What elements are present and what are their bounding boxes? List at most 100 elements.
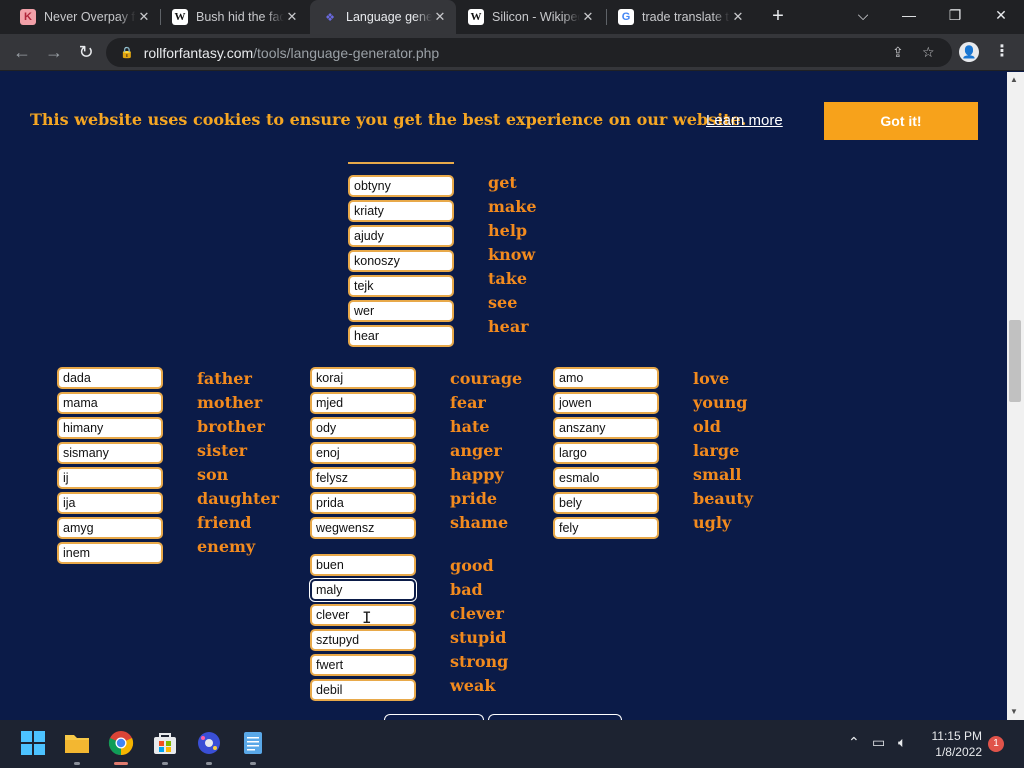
scroll-up-icon[interactable]: ▲ xyxy=(1010,75,1018,84)
minimize-button[interactable]: — xyxy=(886,0,932,30)
english-word: sister xyxy=(197,441,248,460)
word-input[interactable]: amyg xyxy=(57,517,163,539)
word-input[interactable]: fely xyxy=(553,517,659,539)
new-tab-button[interactable]: + xyxy=(766,5,790,29)
word-input[interactable]: mama xyxy=(57,392,163,414)
menu-kebab-icon[interactable]: ⋮ xyxy=(994,41,1010,61)
english-word: clever xyxy=(450,604,504,623)
restore-button[interactable]: ❐ xyxy=(932,0,978,30)
english-word: shame xyxy=(450,513,509,532)
windows-start-icon[interactable] xyxy=(20,730,46,756)
word-input[interactable]: anszany xyxy=(553,417,659,439)
reload-icon[interactable]: ↻ xyxy=(74,40,98,64)
english-word: take xyxy=(488,269,528,288)
english-word: strong xyxy=(450,652,509,671)
word-input[interactable]: hear xyxy=(348,325,454,347)
word-input[interactable]: sztupyd xyxy=(310,629,416,651)
word-input[interactable]: jowen xyxy=(553,392,659,414)
browser-toolbar: ← → ↻ 🔒 rollforfantasy.com/tools/languag… xyxy=(0,34,1024,71)
network-icon[interactable]: ▭ xyxy=(872,734,885,751)
word-input[interactable]: felysz xyxy=(310,467,416,489)
word-input[interactable]: amo xyxy=(553,367,659,389)
notification-badge[interactable]: 1 xyxy=(988,736,1004,752)
word-input[interactable]: debil xyxy=(310,679,416,701)
tab-close-icon[interactable]: ✕ xyxy=(136,9,152,25)
word-input[interactable]: ody xyxy=(310,417,416,439)
english-word: get xyxy=(488,173,517,192)
page-content: This website uses cookies to ensure you … xyxy=(0,72,1007,720)
english-word: father xyxy=(197,369,252,388)
file-explorer-icon[interactable] xyxy=(64,730,90,756)
clock-date: 1/8/2022 xyxy=(935,745,982,759)
english-word: ugly xyxy=(693,513,732,532)
bookmark-star-icon[interactable]: ☆ xyxy=(922,44,935,61)
word-input[interactable]: prida xyxy=(310,492,416,514)
word-input[interactable]: konoszy xyxy=(348,250,454,272)
text-cursor-icon: I xyxy=(362,608,372,627)
word-input[interactable]: wegwensz xyxy=(310,517,416,539)
scrollbar-thumb[interactable] xyxy=(1009,320,1021,402)
system-clock[interactable]: 11:15 PM 1/8/2022 xyxy=(922,728,982,760)
close-window-button[interactable]: ✕ xyxy=(978,0,1024,30)
english-word: courage xyxy=(450,369,523,388)
browser-tab[interactable]: G trade translate to ✕ xyxy=(606,0,754,34)
word-input[interactable]: largo xyxy=(553,442,659,464)
address-bar[interactable]: 🔒 rollforfantasy.com/tools/language-gene… xyxy=(106,38,952,67)
tab-close-icon[interactable]: ✕ xyxy=(432,9,448,25)
english-word: bad xyxy=(450,580,483,599)
tab-favicon-icon: W xyxy=(172,9,188,25)
profile-avatar-icon[interactable]: 👤 xyxy=(959,42,979,62)
tab-title: trade translate to xyxy=(642,10,730,24)
word-input-focused[interactable]: maly xyxy=(309,578,417,602)
word-input[interactable]: obtyny xyxy=(348,175,454,197)
word-input[interactable]: dada xyxy=(57,367,163,389)
word-input[interactable]: himany xyxy=(57,417,163,439)
notepad-icon[interactable] xyxy=(240,730,266,756)
volume-icon[interactable]: 🔈︎ xyxy=(898,734,906,751)
word-input[interactable]: koraj xyxy=(310,367,416,389)
word-input[interactable]: tejk xyxy=(348,275,454,297)
learn-more-link[interactable]: Learn more xyxy=(706,112,783,129)
tab-close-icon[interactable]: ✕ xyxy=(580,9,596,25)
word-input[interactable]: sismany xyxy=(57,442,163,464)
tab-favicon-icon: ❖ xyxy=(325,11,335,24)
tab-title: Language generator xyxy=(346,10,432,24)
browser-tab[interactable]: K Never Overpay for ✕ xyxy=(8,0,160,34)
browser-tab[interactable]: W Silicon - Wikipedia ✕ xyxy=(456,0,604,34)
word-input[interactable]: bely xyxy=(553,492,659,514)
back-arrow-icon[interactable]: ← xyxy=(10,40,34,64)
word-input[interactable]: enoj xyxy=(310,442,416,464)
scroll-down-icon[interactable]: ▼ xyxy=(1010,707,1018,716)
chevron-up-icon[interactable]: ⌃ xyxy=(848,734,860,751)
word-input[interactable]: mjed xyxy=(310,392,416,414)
word-input[interactable]: ij xyxy=(57,467,163,489)
english-word: see xyxy=(488,293,518,312)
chrome-icon[interactable] xyxy=(108,730,134,756)
microsoft-store-icon[interactable] xyxy=(152,730,178,756)
media-app-icon[interactable] xyxy=(196,730,222,756)
word-input[interactable]: ija xyxy=(57,492,163,514)
word-input[interactable]: fwert xyxy=(310,654,416,676)
word-input[interactable]: kriaty xyxy=(348,200,454,222)
browser-tab-active[interactable]: ❖ Language generator ✕ xyxy=(310,0,456,34)
forward-arrow-icon[interactable]: → xyxy=(42,40,66,64)
word-input[interactable]: buen xyxy=(310,554,416,576)
word-input[interactable]: inem xyxy=(57,542,163,564)
tab-close-icon[interactable]: ✕ xyxy=(730,9,746,25)
word-input[interactable]: wer xyxy=(348,300,454,322)
cookie-banner: This website uses cookies to ensure you … xyxy=(0,72,1007,162)
english-word: stupid xyxy=(450,628,507,647)
share-icon[interactable]: ⇪ xyxy=(892,44,904,61)
tab-search-chevron-icon[interactable]: ⌵ xyxy=(840,0,886,30)
tab-strip: K Never Overpay for ✕ W Bush hid the fac… xyxy=(0,0,1024,34)
lock-icon[interactable]: 🔒 xyxy=(120,46,134,59)
tab-close-icon[interactable]: ✕ xyxy=(284,9,300,25)
got-it-button[interactable]: Got it! xyxy=(824,102,978,140)
word-input[interactable]: ajudy xyxy=(348,225,454,247)
english-word: make xyxy=(488,197,537,216)
word-input[interactable]: esmalo xyxy=(553,467,659,489)
english-word: pride xyxy=(450,489,498,508)
english-word: weak xyxy=(450,676,496,695)
browser-tab[interactable]: W Bush hid the facts ✕ xyxy=(160,0,308,34)
english-word: mother xyxy=(197,393,263,412)
